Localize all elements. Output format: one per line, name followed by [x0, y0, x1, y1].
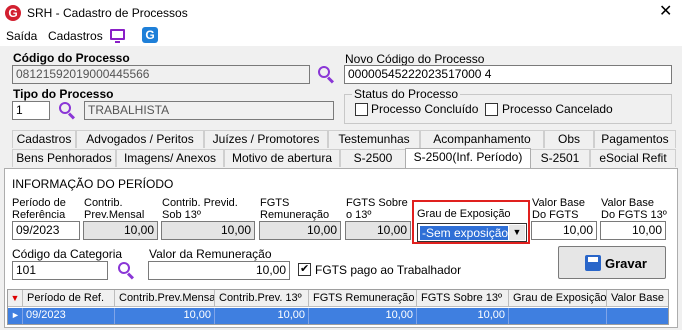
monitor-icon[interactable] — [110, 29, 125, 43]
grid-header-periodo[interactable]: Período de Ref. — [23, 290, 115, 307]
chevron-down-icon[interactable]: ▼ — [509, 225, 525, 240]
valor-base-fgts13-field[interactable]: 10,00 — [600, 221, 666, 240]
table-cell[interactable]: 10,00 — [309, 308, 417, 324]
tab-s2500[interactable]: S-2500 — [340, 149, 406, 167]
search-icon[interactable] — [117, 261, 135, 280]
table-cell[interactable]: 10,00 — [215, 308, 309, 324]
grau-exposicao-select[interactable]: -Sem exposição a ▼ — [417, 223, 527, 242]
tab-acompanhamento[interactable]: Acompanhamento — [420, 130, 544, 148]
fgts-rem-field[interactable]: 10,00 — [259, 221, 341, 240]
grau-exposicao-label: Grau de Exposição — [417, 208, 511, 220]
grid-header-grau-exposicao[interactable]: Grau de Exposição — [509, 290, 607, 307]
tab-s2500-inf-periodo[interactable]: S-2500(Inf. Período) — [405, 148, 531, 168]
grid-header-valor-base[interactable]: Valor Base — [607, 290, 668, 307]
valor-remuneracao-field[interactable]: 10,00 — [148, 261, 290, 280]
section-title: INFORMAÇÃO DO PERÍODO — [12, 177, 174, 191]
grau-exposicao-value: -Sem exposição a — [420, 226, 508, 240]
table-cell[interactable]: 09/2023 — [23, 308, 115, 324]
tab-bens-penhorados[interactable]: Bens Penhorados — [12, 149, 116, 167]
gravar-button[interactable]: Gravar — [558, 246, 666, 279]
row-indicator-icon: ► — [8, 308, 23, 324]
novo-codigo-field[interactable]: 00000545222023517000 4 — [344, 65, 672, 84]
grid-header-fgts-rem[interactable]: FGTS Remuneração — [309, 290, 417, 307]
status-cancelado-checkbox[interactable] — [485, 103, 498, 116]
window-title: SRH - Cadastro de Processos — [27, 6, 188, 20]
status-legend: Status do Processo — [352, 87, 461, 101]
fgts-pago-checkbox[interactable] — [298, 262, 311, 276]
tab-pagamentos[interactable]: Pagamentos — [594, 130, 676, 148]
close-button[interactable]: ✕ — [659, 3, 672, 21]
novo-codigo-label: Novo Código do Processo — [345, 52, 485, 66]
grid-header-contrib-mensal[interactable]: Contrib.Prev.Mensal — [115, 290, 215, 307]
tab-imagens-anexos[interactable]: Imagens/ Anexos — [116, 149, 224, 167]
tab-advogados[interactable]: Advogados / Peritos — [76, 130, 204, 148]
tab-testemunhas[interactable]: Testemunhas — [328, 130, 420, 148]
valor-base-fgts-label: Valor Base Do FGTS — [532, 197, 585, 221]
app-logo-icon: G — [5, 5, 21, 21]
status-cancelado-label: Processo Cancelado — [502, 102, 613, 116]
codigo-processo-field[interactable]: 08121592019000445566 — [12, 65, 310, 84]
contrib-prev-mensal-label: Contrib. Prev.Mensal — [84, 197, 145, 221]
codigo-categoria-field[interactable]: 101 — [12, 261, 108, 280]
fgts-13-label: FGTS Sobre o 13º — [346, 197, 408, 221]
tab-cadastros[interactable]: Cadastros — [12, 130, 76, 148]
tipo-processo-code-field[interactable]: 1 — [12, 101, 50, 120]
save-icon — [585, 255, 601, 271]
tab-juizes[interactable]: Juízes / Promotores — [204, 130, 328, 148]
tab-obs[interactable]: Obs — [544, 130, 594, 148]
tab-s2501[interactable]: S-2501 — [530, 149, 590, 167]
status-concluido-checkbox[interactable] — [355, 103, 368, 116]
table-row[interactable]: ► 09/2023 10,00 10,00 10,00 10,00 — [8, 308, 668, 324]
contrib-prev-13-field[interactable]: 10,00 — [161, 221, 255, 240]
menu-cadastros[interactable]: Cadastros — [48, 29, 103, 43]
tipo-processo-desc-field: TRABALHISTA — [84, 101, 334, 120]
grid-header-contrib-13[interactable]: Contrib.Prev. 13º — [215, 290, 309, 307]
table-cell[interactable]: 10,00 — [115, 308, 215, 324]
menu-saida[interactable]: Saída — [6, 29, 37, 43]
tipo-processo-label: Tipo do Processo — [13, 87, 114, 101]
fgts-rem-label: FGTS Remuneração — [260, 197, 330, 221]
periodo-ref-field[interactable]: 09/2023 — [12, 221, 80, 240]
fgts-13-field[interactable]: 10,00 — [345, 221, 411, 240]
periodo-ref-label: Período de Referência — [12, 197, 66, 221]
valor-base-fgts13-label: Valor Base Do FGTS 13º — [601, 197, 667, 221]
valor-remuneracao-label: Valor da Remuneração — [149, 247, 272, 261]
codigo-categoria-label: Código da Categoria — [12, 247, 123, 261]
table-cell[interactable] — [509, 308, 607, 324]
grid-header-fgts-13[interactable]: FGTS Sobre 13º — [417, 290, 509, 307]
tab-esocial-refit[interactable]: eSocial Refit — [590, 149, 676, 167]
gravar-label: Gravar — [605, 256, 647, 271]
valor-base-fgts-field[interactable]: 10,00 — [531, 221, 597, 240]
menu-bar: Saída Cadastros — [0, 26, 682, 46]
title-bar: G SRH - Cadastro de Processos ✕ — [0, 0, 682, 26]
table-cell[interactable]: 10,00 — [417, 308, 509, 324]
tab-motivo-abertura[interactable]: Motivo de abertura — [224, 149, 340, 167]
contrib-prev-mensal-field[interactable]: 10,00 — [83, 221, 158, 240]
g-app-icon[interactable]: G — [142, 27, 158, 43]
search-icon[interactable] — [317, 65, 335, 84]
periodo-grid[interactable]: ▼ Período de Ref. Contrib.Prev.Mensal Co… — [7, 289, 669, 325]
fgts-pago-label: FGTS pago ao Trabalhador — [315, 263, 462, 277]
codigo-processo-label: Código do Processo — [13, 51, 130, 65]
grid-row-indicator-header: ▼ — [8, 290, 23, 307]
search-icon[interactable] — [58, 101, 76, 120]
contrib-prev-13-label: Contrib. Previd. Sob 13º — [162, 197, 238, 221]
status-concluido-label: Processo Concluído — [371, 102, 479, 116]
table-cell[interactable] — [607, 308, 668, 324]
